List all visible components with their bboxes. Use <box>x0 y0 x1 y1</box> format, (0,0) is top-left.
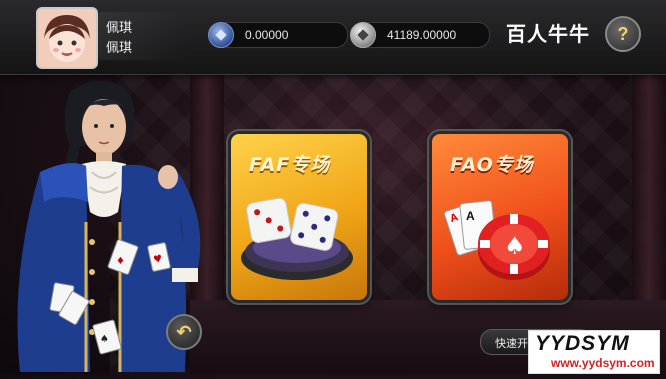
top-bar: 佩琪 佩琪 0.00000 41189.00000 百人牛牛 ? <box>0 0 666 75</box>
room-card-faf[interactable]: FAF专场 <box>231 134 367 300</box>
player-name: 佩琪 <box>106 21 133 36</box>
room-label-fao: FAO专场 <box>450 154 534 176</box>
room-card-fao[interactable]: FAO专场 A A ♠ <box>432 134 568 300</box>
back-arrow-icon: ↶ <box>176 321 192 342</box>
balance-secondary-value: 41189.00000 <box>387 28 457 42</box>
room-label-faf: FAF专场 <box>249 154 331 176</box>
player-nickname: 佩琪 <box>106 41 133 56</box>
balance-primary-pill: 0.00000 <box>216 22 348 48</box>
dice-icon <box>241 197 353 280</box>
svg-text:♠: ♠ <box>504 232 526 260</box>
help-button[interactable]: ? <box>605 16 641 52</box>
svg-text:A: A <box>466 209 475 223</box>
svg-text:♠: ♠ <box>100 334 109 345</box>
player-avatar[interactable] <box>36 7 98 69</box>
blue-diamond-coin-icon <box>208 22 234 48</box>
game-title: 百人牛牛 <box>506 22 590 46</box>
poker-chip-cards-icon: A A ♠ <box>443 200 550 280</box>
watermark-url: www.yydsym.com <box>551 356 655 370</box>
balance-primary-value: 0.00000 <box>245 28 289 42</box>
girl-avatar-icon <box>38 9 96 67</box>
silver-diamond-coin-icon <box>350 22 376 48</box>
back-button[interactable]: ↶ <box>166 314 202 350</box>
svg-text:♦: ♦ <box>116 256 125 267</box>
watermark-text: YYDSYM <box>535 332 630 355</box>
balance-secondary-pill: 41189.00000 <box>358 22 490 48</box>
watermark-logo: YYDSYM www.yydsym.com <box>528 330 660 374</box>
